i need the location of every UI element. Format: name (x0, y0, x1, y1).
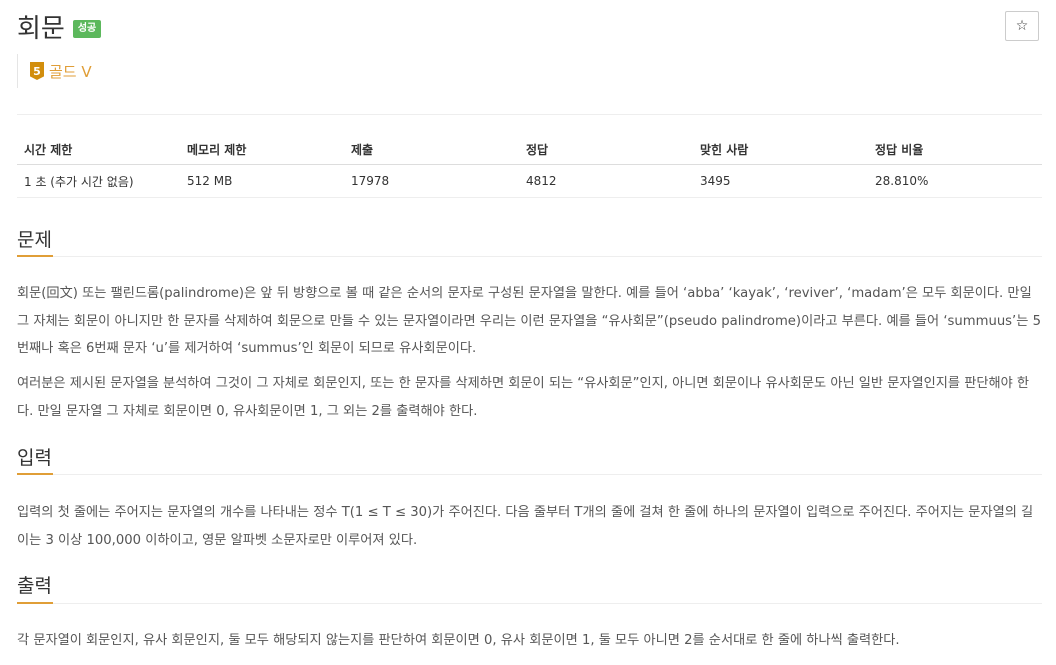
section-heading-output: 출력 (17, 575, 52, 597)
star-icon: ☆ (1015, 18, 1029, 34)
header-submissions: 제출 (344, 134, 519, 165)
section-rule (17, 603, 1042, 604)
problem-description-p1: 회문(回文) 또는 팰린드롬(palindrome)은 앞 뒤 방향으로 볼 때… (17, 286, 1041, 356)
problem-title: 회문 (17, 13, 65, 44)
tier-number: 5 (33, 64, 41, 78)
header-solvers: 맞힌 사람 (693, 134, 868, 165)
header-accepted: 정답 (519, 134, 693, 165)
problem-header: 회문 성공 (17, 8, 102, 44)
section-heading-input: 입력 (17, 447, 52, 469)
header-memory-limit: 메모리 제한 (180, 134, 344, 165)
tier-label[interactable]: 골드 V (49, 61, 92, 82)
accepted-value[interactable]: 4812 (519, 164, 693, 198)
output-description: 각 문자열이 회문인지, 유사 회문인지, 둘 모두 해당되지 않는지를 판단하… (17, 633, 900, 648)
favorite-button[interactable]: ☆ (1005, 11, 1039, 41)
table-row: 1 초 (추가 시간 없음) 512 MB 17978 4812 3495 28… (17, 164, 1042, 198)
solvers-value[interactable]: 3495 (693, 164, 868, 198)
section-rule (17, 256, 1042, 257)
tier-icon: 5 (30, 62, 44, 80)
section-underline (17, 255, 53, 257)
section-underline (17, 602, 53, 604)
section-rule (17, 474, 1042, 475)
submissions-value[interactable]: 17978 (344, 164, 519, 198)
status-badge: 성공 (72, 20, 102, 38)
table-header-row: 시간 제한 메모리 제한 제출 정답 맞힌 사람 정답 비율 (17, 134, 1042, 165)
tier-block: 5 골드 V (17, 54, 92, 88)
time-limit-value: 1 초 (추가 시간 없음) (17, 164, 180, 198)
section-heading-problem: 문제 (17, 229, 52, 251)
header-accept-ratio: 정답 비율 (868, 134, 1042, 165)
accept-ratio-value: 28.810% (868, 164, 1042, 198)
divider (17, 114, 1042, 115)
problem-description-p2: 여러분은 제시된 문자열을 분석하여 그것이 그 자체로 회문인지, 또는 한 … (17, 376, 1030, 419)
section-underline (17, 473, 53, 475)
problem-info-table: 시간 제한 메모리 제한 제출 정답 맞힌 사람 정답 비율 1 초 (추가 시… (17, 134, 1042, 198)
memory-limit-value: 512 MB (180, 164, 344, 198)
header-time-limit: 시간 제한 (17, 134, 180, 165)
input-description: 입력의 첫 줄에는 주어지는 문자열의 개수를 나타내는 정수 T(1 ≤ T … (17, 505, 1034, 548)
